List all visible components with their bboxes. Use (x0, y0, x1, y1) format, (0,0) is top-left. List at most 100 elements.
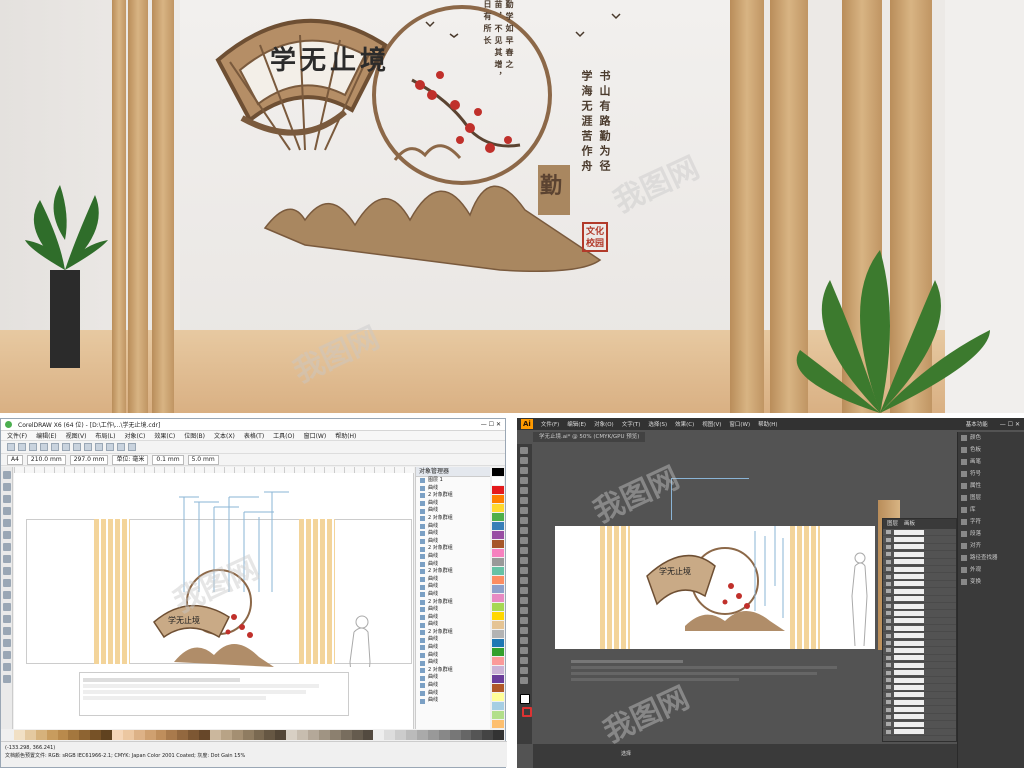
object-row[interactable]: 2 对象群组 (416, 515, 490, 523)
direct-select-icon[interactable] (520, 457, 528, 464)
layer-row[interactable] (883, 536, 956, 544)
visibility-eye-icon[interactable] (886, 692, 891, 697)
object-row[interactable]: 曲线 (416, 697, 490, 705)
document-tab[interactable]: 学无止境.ai* @ 50% (CMYK/GPU 预览) (533, 432, 646, 442)
dock-panel-item[interactable]: 库 (958, 504, 1024, 516)
layer-row[interactable] (883, 603, 956, 611)
copy-icon[interactable] (62, 443, 70, 451)
layer-row[interactable] (883, 729, 956, 736)
palette-swatch[interactable] (492, 720, 504, 728)
shape-tool-icon[interactable] (3, 483, 11, 491)
menu-item[interactable]: 文本(X) (214, 431, 235, 440)
visibility-eye-icon[interactable] (886, 537, 891, 542)
swatch[interactable] (79, 730, 91, 740)
menu-item[interactable]: 工具(O) (273, 431, 294, 440)
swatch[interactable] (438, 730, 450, 740)
dock-panel-item[interactable]: 画笔 (958, 456, 1024, 468)
palette-swatch[interactable] (492, 639, 504, 647)
swatch[interactable] (416, 730, 428, 740)
property-field[interactable]: 单位: 毫米 (112, 454, 149, 465)
palette-swatch[interactable] (492, 567, 504, 575)
layer-row[interactable] (883, 581, 956, 589)
menu-item[interactable]: 表格(T) (244, 431, 264, 440)
layer-row[interactable] (883, 544, 956, 552)
swatch[interactable] (286, 730, 298, 740)
print-icon[interactable] (40, 443, 48, 451)
swatch[interactable] (133, 730, 145, 740)
property-field[interactable]: 210.0 mm (26, 454, 66, 465)
palette-swatch[interactable] (492, 531, 504, 539)
visibility-eye-icon[interactable] (886, 544, 891, 549)
swatch[interactable] (395, 730, 407, 740)
rectangle-tool-icon[interactable] (520, 517, 528, 524)
menu-item[interactable]: 对象(O) (594, 420, 614, 428)
menu-item[interactable]: 编辑(E) (567, 420, 586, 428)
palette-swatch[interactable] (492, 468, 504, 476)
workspace-switcher[interactable]: 基本功能 (966, 420, 988, 428)
property-field[interactable]: 5.0 mm (187, 454, 219, 465)
eyedropper-icon[interactable] (520, 617, 528, 624)
visibility-eye-icon[interactable] (886, 574, 891, 579)
object-row[interactable]: 曲线 (416, 606, 490, 614)
layer-row[interactable] (883, 559, 956, 566)
object-row[interactable]: 2 对象群组 (416, 492, 490, 500)
swatch[interactable] (297, 730, 309, 740)
swatch[interactable] (101, 730, 113, 740)
visibility-eye-icon[interactable] (886, 685, 891, 690)
layer-row[interactable] (883, 625, 956, 633)
rectangle-tool-icon[interactable] (3, 543, 11, 551)
object-row[interactable]: 曲线 (416, 530, 490, 538)
zoom-icon[interactable] (128, 443, 136, 451)
selection-tool-icon[interactable] (520, 447, 528, 454)
palette-swatch[interactable] (492, 693, 504, 701)
swatch[interactable] (493, 730, 505, 740)
visibility-eye-icon[interactable] (886, 700, 891, 705)
property-field[interactable]: 297.0 mm (69, 454, 109, 465)
swatch[interactable] (220, 730, 232, 740)
swatch[interactable] (242, 730, 254, 740)
object-row[interactable]: 曲线 (416, 621, 490, 629)
swatch[interactable] (155, 730, 167, 740)
visibility-eye-icon[interactable] (886, 633, 891, 638)
export-icon[interactable] (117, 443, 125, 451)
freehand-tool-icon[interactable] (3, 519, 11, 527)
visibility-eye-icon[interactable] (886, 530, 891, 535)
free-transform-icon[interactable] (520, 587, 528, 594)
menu-item[interactable]: 窗口(W) (729, 420, 750, 428)
blend-icon[interactable] (520, 627, 528, 634)
swatch[interactable] (188, 730, 200, 740)
swatch[interactable] (177, 730, 189, 740)
window-controls[interactable]: — ☐ ✕ (481, 421, 505, 428)
swatch[interactable] (406, 730, 417, 740)
dock-panel-item[interactable]: 变换 (958, 576, 1024, 588)
magic-wand-icon[interactable] (520, 467, 528, 474)
layer-row[interactable] (883, 699, 956, 707)
layer-row[interactable] (883, 692, 956, 699)
dock-panel-item[interactable]: 字符 (958, 516, 1024, 528)
palette-swatch[interactable] (492, 666, 504, 674)
layer-row[interactable] (883, 706, 956, 714)
layer-row[interactable] (883, 714, 956, 722)
palette-swatch[interactable] (492, 648, 504, 656)
visibility-eye-icon[interactable] (886, 678, 891, 682)
swatch[interactable] (351, 730, 363, 740)
layers-tab[interactable]: 画板 (904, 519, 915, 529)
dock-panel-item[interactable]: 符号 (958, 468, 1024, 480)
dock-panel-item[interactable]: 段落 (958, 528, 1024, 540)
menu-item[interactable]: 编辑(E) (36, 431, 56, 440)
menu-item[interactable]: 对象(C) (124, 431, 145, 440)
dock-panel-item[interactable]: 路径查找器 (958, 552, 1024, 564)
layer-row[interactable] (883, 647, 956, 655)
window-controls[interactable]: — ☐ ✕ (996, 421, 1024, 428)
palette-swatch[interactable] (492, 477, 504, 485)
layer-row[interactable] (883, 677, 956, 685)
palette-swatch[interactable] (492, 621, 504, 629)
palette-swatch[interactable] (492, 513, 504, 521)
interactive-fill-icon[interactable] (3, 675, 11, 683)
palette-swatch[interactable] (492, 585, 504, 593)
layer-row[interactable] (883, 529, 956, 537)
visibility-eye-icon[interactable] (886, 611, 891, 616)
zoom-tool-icon[interactable] (520, 677, 528, 684)
swatch[interactable] (231, 730, 243, 740)
layer-row[interactable] (883, 684, 956, 692)
